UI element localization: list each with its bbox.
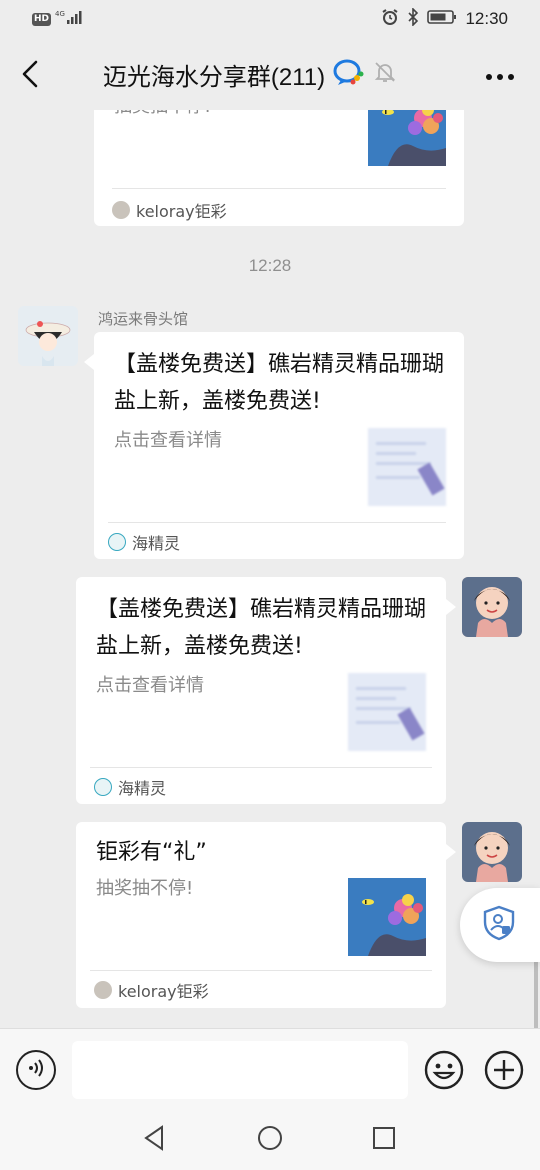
reef-thumbnail [368,110,446,166]
more-dots-icon [485,66,515,85]
hd-badge: HD [32,12,52,26]
voice-wave-icon [25,1057,47,1083]
card-title: 【盖楼免费送】礁岩精灵精品珊瑚盐上新，盖楼免费送! [114,352,445,414]
alarm-icon [381,8,399,30]
message-card-3[interactable]: 钜彩有“礼” 抽奖抽不停! keloray钜彩 [76,822,456,1008]
chat-header: 迈光海水分享群(211) [0,38,540,110]
title-wrap: 迈光海水分享群(211) [60,56,440,92]
card-desc: 抽奖抽不停! [114,110,364,118]
chat-title: 迈光海水分享群(211) [102,63,326,91]
battery-icon [427,9,457,29]
avatar-self[interactable] [462,577,522,637]
card-desc: 点击查看详情 [114,430,222,451]
card-divider [90,767,432,768]
card-divider [108,522,446,523]
nav-recents-button[interactable] [370,1126,398,1154]
card-title: 钜彩有“礼” [96,840,207,865]
card-desc: 点击查看详情 [96,675,204,696]
shield-user-icon [482,905,516,945]
mute-bell-icon [373,60,397,88]
card-source: keloray钜彩 [112,198,227,222]
plus-circle-icon [484,1050,524,1094]
source-logo-icon [112,201,130,219]
card-source: keloray钜彩 [94,978,209,1002]
blurred-thumbnail [368,428,446,506]
card-divider [90,970,432,971]
signal-icon: 4G [55,9,87,29]
chevron-left-icon [20,59,40,93]
chat-message-list[interactable]: 抽奖抽不停! keloray钜彩 12:28 鸿运来骨头馆 [0,110,540,1028]
status-left: HD 4G [32,9,87,29]
input-bar [0,1028,540,1106]
avatar-incoming[interactable] [18,306,78,366]
card-title: 【盖楼免费送】礁岩精灵精品珊瑚盐上新，盖楼免费送! [96,597,427,659]
source-logo-icon [94,778,112,796]
message-card-top[interactable]: 抽奖抽不停! keloray钜彩 [94,110,464,226]
avatar-self[interactable] [462,822,522,882]
triangle-back-icon [142,1125,166,1155]
source-label: keloray钜彩 [136,202,227,221]
sender-name: 鸿运来骨头馆 [98,310,189,328]
svg-text:4G: 4G [55,10,65,18]
more-button[interactable] [480,60,520,90]
voice-button[interactable] [16,1050,56,1090]
square-recents-icon [372,1126,396,1154]
card-source: 海精灵 [94,775,166,799]
enterprise-chat-icon [333,58,365,90]
source-label: keloray钜彩 [118,982,209,1001]
system-nav-bar [0,1106,540,1170]
message-input[interactable] [72,1041,408,1099]
plus-button[interactable] [484,1050,524,1090]
source-label: 海精灵 [132,534,181,553]
circle-home-icon [257,1125,283,1155]
bluetooth-icon [407,7,419,30]
timestamp: 12:28 [248,256,292,275]
smiley-icon [424,1050,464,1094]
card-desc: 抽奖抽不停! [96,878,194,899]
message-card-2[interactable]: 【盖楼免费送】礁岩精灵精品珊瑚盐上新，盖楼免费送! 点击查看详情 海精灵 [76,577,456,804]
floating-security-button[interactable] [460,888,540,962]
message-card-1[interactable]: 【盖楼免费送】礁岩精灵精品珊瑚盐上新，盖楼免费送! 点击查看详情 海精灵 [84,332,464,559]
card-divider [112,188,446,189]
status-time: 12:30 [465,9,508,28]
nav-home-button[interactable] [256,1126,284,1154]
status-bar: HD 4G 12:30 [0,0,540,38]
reef-thumbnail [348,878,426,956]
back-button[interactable] [10,56,50,96]
status-right: 12:30 [381,7,508,30]
emoji-button[interactable] [424,1050,464,1090]
source-logo-icon [108,533,126,551]
source-label: 海精灵 [118,779,167,798]
blurred-thumbnail [348,673,426,751]
card-source: 海精灵 [108,530,180,554]
nav-back-button[interactable] [140,1125,168,1155]
source-logo-icon [94,981,112,999]
